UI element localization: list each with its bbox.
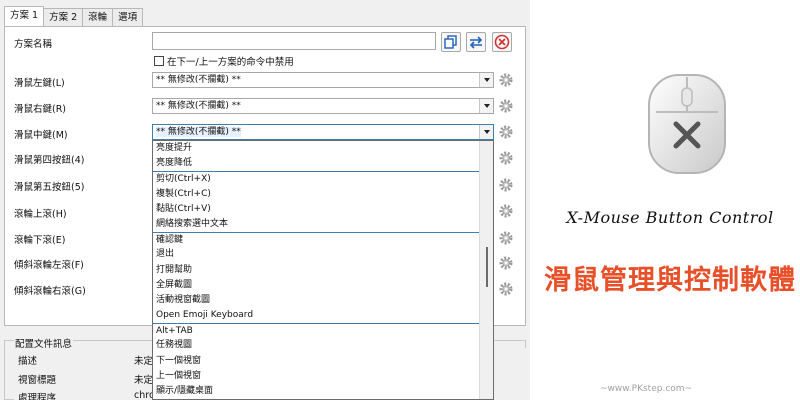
list-item[interactable]: 確認鍵 [153, 232, 493, 247]
middle-button-value: ** 無修改(不攔截) ** [156, 127, 241, 137]
right-button-select[interactable]: ** 無修改(不攔截) ** [152, 98, 494, 114]
profile-name-input[interactable] [152, 32, 436, 50]
close-circle-icon [494, 34, 510, 50]
gear-icon[interactable] [498, 98, 514, 114]
disable-checkbox-label: 在下一/上一方案的命令中禁用 [167, 57, 294, 68]
list-item[interactable]: 亮度提升 [153, 141, 493, 156]
gear-icon[interactable] [498, 281, 514, 297]
row-label-right-button: 滑鼠右鍵(R) [14, 104, 67, 115]
row-label-wheel-up: 滾輪上滾(H) [14, 209, 67, 220]
mouse-logo-icon [648, 74, 726, 174]
promo-title-chinese: 滑鼠管理與控制軟體 [544, 265, 796, 296]
profile-tabs: 方案 1 方案 2 滾輪 選項 [4, 6, 144, 26]
list-item[interactable]: 網絡搜索選中文本 [153, 217, 493, 232]
xmouse-window: 方案 1 方案 2 滾輪 選項 方案名稱 在下一/上一方案的命令中禁用 滑鼠左鍵… [0, 0, 530, 400]
list-item[interactable]: 剪切(Ctrl+X) [153, 171, 493, 186]
list-item[interactable]: 全屏截圖 [153, 278, 493, 293]
dropdown-scrollbar[interactable] [479, 141, 493, 399]
list-item[interactable]: 複製(Ctrl+C) [153, 187, 493, 202]
config-label-window-title: 視窗標題 [18, 375, 57, 386]
copy-profile-button[interactable] [441, 32, 461, 52]
tab-wheel[interactable]: 滾輪 [82, 8, 114, 26]
row-label-middle-button: 滑鼠中鍵(M) [14, 130, 68, 141]
tab-profile-1[interactable]: 方案 1 [4, 6, 45, 26]
gear-icon[interactable] [498, 230, 514, 246]
row-label-button-5: 滑鼠第五按鈕(5) [14, 182, 85, 193]
disable-checkbox[interactable] [154, 56, 164, 66]
chevron-down-icon [479, 73, 493, 87]
list-item[interactable]: 下一個視窗 [153, 354, 493, 369]
list-item[interactable]: 任務視圖 [153, 338, 493, 353]
promo-title-english: X-Mouse Button Control [566, 208, 774, 227]
chevron-down-icon [479, 99, 493, 113]
row-label-button-4: 滑鼠第四按鈕(4) [14, 155, 85, 166]
config-info-title: 配置文件訊息 [14, 336, 74, 350]
list-item[interactable]: 亮度降低 [153, 156, 493, 171]
config-label-description: 描述 [18, 356, 38, 367]
config-value-description: 未定 [134, 356, 154, 367]
list-item[interactable]: 顯示/隱藏桌面 [153, 384, 493, 399]
row-label-wheel-down: 滾輪下滾(E) [14, 235, 66, 246]
config-label-process: 處理程序 [18, 393, 57, 400]
left-button-value: ** 無修改(不攔截) ** [156, 75, 241, 85]
gear-icon[interactable] [498, 72, 514, 88]
list-item[interactable]: 打開幫助 [153, 263, 493, 278]
list-item[interactable]: 上一個視窗 [153, 369, 493, 384]
right-button-value: ** 無修改(不攔截) ** [156, 101, 241, 111]
scrollbar-thumb[interactable] [486, 247, 488, 287]
tab-profile-2[interactable]: 方案 2 [43, 8, 84, 26]
tab-options[interactable]: 選項 [112, 8, 144, 26]
row-label-left-button: 滑鼠左鍵(L) [14, 78, 65, 89]
list-item[interactable]: 黏貼(Ctrl+V) [153, 202, 493, 217]
row-label-tilt-right: 傾斜滾輪右滾(G) [14, 286, 86, 297]
chevron-down-icon [479, 125, 493, 139]
left-button-select[interactable]: ** 無修改(不攔截) ** [152, 72, 494, 88]
swap-profile-button[interactable] [466, 32, 486, 52]
copy-icon [444, 35, 457, 49]
swap-arrows-icon [469, 36, 483, 49]
row-label-tilt-left: 傾斜滾輪左滾(F) [14, 260, 84, 271]
list-item[interactable]: 活動視窗截圖 [153, 293, 493, 308]
site-watermark: ~www.PKstep.com~ [600, 384, 693, 394]
gear-icon[interactable] [498, 150, 514, 166]
config-value-window-title: 未定 [134, 375, 154, 386]
delete-profile-button[interactable] [492, 32, 512, 52]
gear-icon[interactable] [498, 177, 514, 193]
gear-icon[interactable] [498, 124, 514, 140]
gear-icon[interactable] [498, 203, 514, 219]
action-dropdown-list[interactable]: 亮度提升 亮度降低 剪切(Ctrl+X) 複製(Ctrl+C) 黏貼(Ctrl+… [152, 140, 494, 400]
list-item[interactable]: 退出 [153, 247, 493, 262]
middle-button-select[interactable]: ** 無修改(不攔截) ** [152, 124, 494, 140]
disable-in-cycle-option[interactable]: 在下一/上一方案的命令中禁用 [154, 54, 294, 68]
profile-name-label: 方案名稱 [14, 39, 53, 50]
list-item[interactable]: Alt+TAB [153, 323, 493, 338]
gear-icon[interactable] [498, 255, 514, 271]
list-item[interactable]: Open Emoji Keyboard [153, 308, 493, 323]
